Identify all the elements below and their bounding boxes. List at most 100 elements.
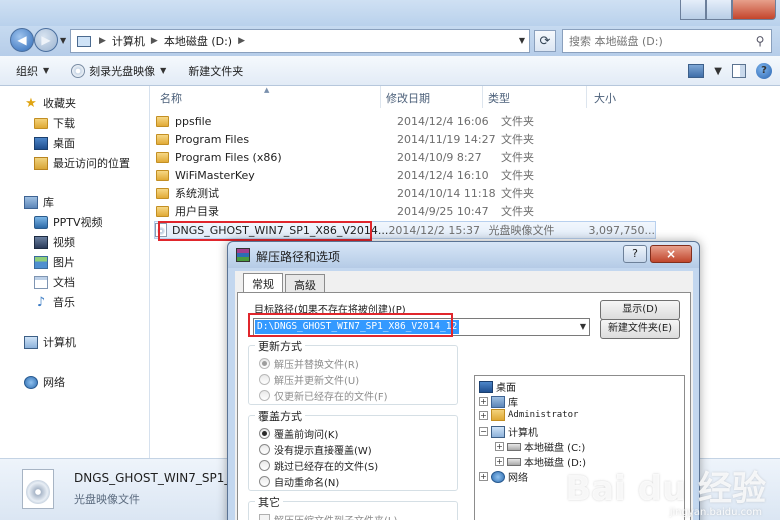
expand-icon[interactable]: + bbox=[479, 397, 488, 406]
file-row[interactable]: 用户目录 2014/9/25 10:47 文件夹 bbox=[156, 202, 656, 220]
new-folder-button[interactable]: 新建文件夹 bbox=[188, 63, 243, 79]
column-header-date[interactable]: 修改日期 bbox=[386, 90, 430, 106]
nav-music[interactable]: ♪ 音乐 bbox=[34, 294, 75, 310]
expand-icon[interactable]: + bbox=[495, 457, 504, 466]
file-row[interactable]: 系统测试 2014/10/14 11:18 文件夹 bbox=[156, 184, 656, 202]
file-date: 2014/10/9 8:27 bbox=[397, 150, 482, 164]
file-row[interactable]: WiFiMasterKey 2014/12/4 16:10 文件夹 bbox=[156, 166, 656, 184]
radio-extract-replace[interactable]: 解压并替换文件(R) bbox=[259, 356, 359, 371]
user-folder-icon bbox=[491, 409, 505, 421]
nav-pictures[interactable]: 图片 bbox=[34, 254, 75, 270]
search-input[interactable] bbox=[569, 34, 749, 48]
nav-libraries[interactable]: 库 bbox=[24, 194, 54, 210]
file-row[interactable]: ppsfile 2014/12/4 16:06 文件夹 bbox=[156, 112, 656, 130]
back-button[interactable]: ◀ bbox=[10, 28, 34, 52]
search-box[interactable]: ⚲ bbox=[562, 29, 772, 53]
radio-skip-existing[interactable]: 跳过已经存在的文件(S) bbox=[259, 458, 378, 473]
tree-node-libraries[interactable]: + 库 bbox=[479, 394, 518, 409]
radio-update-existing[interactable]: 仅更新已经存在的文件(F) bbox=[259, 388, 388, 403]
nav-pptv[interactable]: PPTV视频 bbox=[34, 214, 103, 230]
winrar-icon bbox=[236, 248, 250, 262]
tab-general[interactable]: 常规 bbox=[243, 273, 283, 293]
chevron-right-icon[interactable]: ▶ bbox=[99, 36, 106, 46]
collapse-icon[interactable]: − bbox=[479, 427, 488, 436]
nav-computer[interactable]: 计算机 bbox=[24, 334, 76, 350]
details-file-type: 光盘映像文件 bbox=[74, 493, 140, 506]
show-button[interactable]: 显示(D) bbox=[600, 300, 680, 320]
tree-node-computer[interactable]: − 计算机 bbox=[479, 424, 538, 439]
nav-desktop[interactable]: 桌面 bbox=[34, 135, 75, 151]
organize-label: 组织 bbox=[16, 64, 38, 78]
column-header-name[interactable]: 名称 bbox=[160, 90, 182, 106]
column-divider[interactable] bbox=[586, 86, 587, 108]
expand-icon[interactable]: + bbox=[495, 442, 504, 451]
radio-ask-before-overwrite[interactable]: 覆盖前询问(K) bbox=[259, 426, 338, 441]
column-divider[interactable] bbox=[482, 86, 483, 108]
file-type: 文件夹 bbox=[501, 115, 534, 128]
column-divider[interactable] bbox=[380, 86, 381, 108]
details-file-name: DNGS_GHOST_WIN7_SP1_X86_V2014_12 bbox=[74, 471, 234, 485]
music-icon: ♪ bbox=[36, 294, 46, 310]
column-header-size[interactable]: 大小 bbox=[594, 90, 616, 106]
tree-node-desktop[interactable]: 桌面 bbox=[479, 379, 516, 394]
dialog-close-button[interactable]: × bbox=[650, 245, 692, 263]
computer-icon bbox=[491, 425, 505, 438]
nav-videos[interactable]: 视频 bbox=[34, 234, 75, 250]
nav-documents[interactable]: 文档 bbox=[34, 274, 75, 290]
preview-pane-icon[interactable] bbox=[732, 64, 746, 78]
change-view-icon[interactable] bbox=[688, 64, 705, 78]
file-row[interactable]: Program Files (x86) 2014/10/9 8:27 文件夹 bbox=[156, 148, 656, 166]
organize-button[interactable]: 组织 ▼ bbox=[16, 63, 49, 79]
nav-network[interactable]: 网络 bbox=[24, 374, 65, 390]
chevron-down-icon: ▼ bbox=[160, 66, 167, 75]
breadcrumb-drive-d[interactable]: 本地磁盘 (D:) bbox=[164, 33, 232, 49]
minimize-button[interactable] bbox=[680, 0, 706, 20]
nav-favorites[interactable]: ★ 收藏夹 bbox=[24, 95, 76, 111]
nav-recent[interactable]: 最近访问的位置 bbox=[34, 155, 130, 171]
radio-auto-rename[interactable]: 自动重命名(N) bbox=[259, 474, 339, 489]
radio-overwrite-without-prompt[interactable]: 没有提示直接覆盖(W) bbox=[259, 442, 372, 457]
radio-extract-update[interactable]: 解压并更新文件(U) bbox=[259, 372, 359, 387]
history-dropdown-icon[interactable]: ▼ bbox=[60, 36, 66, 45]
nav-label: 音乐 bbox=[53, 296, 75, 309]
drive-icon bbox=[507, 442, 521, 451]
close-button[interactable] bbox=[732, 0, 776, 20]
desktop-icon bbox=[479, 380, 493, 393]
tree-label: Administrator bbox=[508, 410, 579, 420]
pptv-icon bbox=[34, 215, 48, 229]
address-bar[interactable]: ▶ 计算机 ▶ 本地磁盘 (D:) ▶ ▼ bbox=[70, 29, 530, 53]
expand-icon[interactable]: + bbox=[479, 472, 488, 481]
chevron-right-icon[interactable]: ▶ bbox=[238, 36, 245, 46]
option-label: 自动重命名(N) bbox=[274, 478, 340, 489]
expand-icon[interactable]: + bbox=[479, 410, 488, 420]
file-row[interactable]: Program Files 2014/11/19 14:27 文件夹 bbox=[156, 130, 656, 148]
tree-node-administrator[interactable]: + Administrator bbox=[479, 409, 578, 421]
view-dropdown-icon[interactable]: ▼ bbox=[714, 66, 722, 77]
option-label: 覆盖前询问(K) bbox=[274, 430, 339, 441]
address-dropdown-icon[interactable]: ▼ bbox=[519, 36, 525, 45]
breadcrumb-computer[interactable]: 计算机 bbox=[112, 33, 145, 49]
burn-disc-image-button[interactable]: 刻录光盘映像 ▼ bbox=[71, 63, 166, 79]
maximize-button[interactable] bbox=[706, 0, 732, 20]
option-label: 跳过已经存在的文件(S) bbox=[274, 462, 379, 473]
folder-icon bbox=[156, 169, 169, 181]
dialog-help-button[interactable]: ? bbox=[623, 245, 647, 263]
nav-label: PPTV视频 bbox=[53, 216, 103, 229]
tab-advanced[interactable]: 高级 bbox=[285, 274, 325, 292]
chevron-right-icon[interactable]: ▶ bbox=[151, 36, 158, 46]
refresh-button[interactable]: ⟳ bbox=[534, 30, 556, 52]
tree-node-network[interactable]: + 网络 bbox=[479, 469, 528, 484]
dialog-title-bar[interactable]: 解压路径和选项 ? × bbox=[228, 242, 699, 268]
new-folder-button[interactable]: 新建文件夹(E) bbox=[600, 319, 680, 339]
search-icon[interactable]: ⚲ bbox=[749, 34, 771, 48]
chevron-down-icon[interactable]: ▼ bbox=[580, 322, 586, 331]
checkbox-extract-to-subfolders[interactable]: 解压压缩文件到子文件夹(L) bbox=[259, 512, 397, 520]
nav-downloads[interactable]: 下载 bbox=[34, 115, 75, 131]
misc-group: 其它 解压压缩文件到子文件夹(L) bbox=[248, 494, 458, 520]
document-icon bbox=[34, 275, 48, 289]
folder-icon bbox=[156, 205, 169, 217]
column-header-type[interactable]: 类型 bbox=[488, 90, 510, 106]
forward-button[interactable]: ▶ bbox=[34, 28, 58, 52]
tree-node-drive-c[interactable]: + 本地磁盘 (C:) bbox=[495, 439, 585, 454]
help-icon[interactable]: ? bbox=[756, 63, 772, 79]
